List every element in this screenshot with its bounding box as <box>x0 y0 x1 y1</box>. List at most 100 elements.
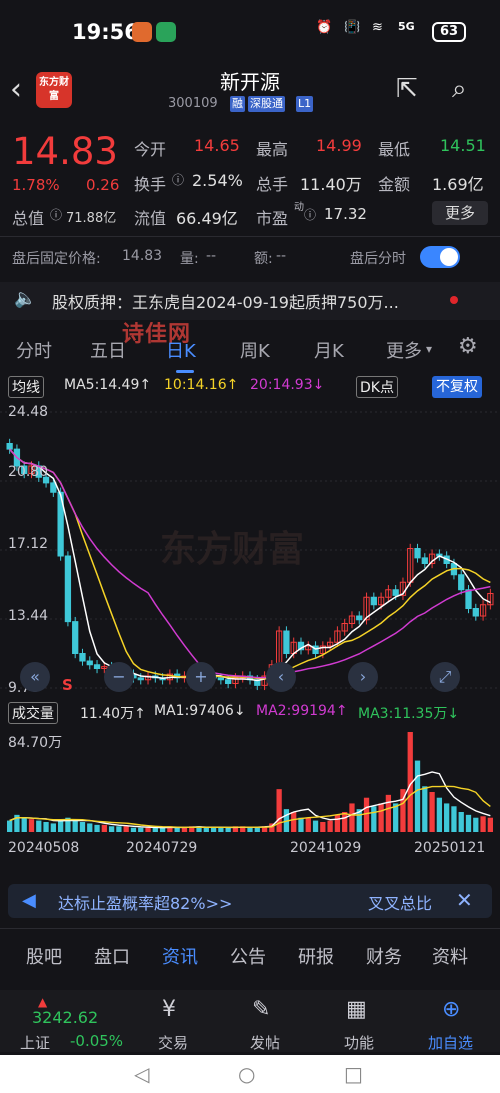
scroll-left-icon[interactable]: « <box>20 662 50 692</box>
chart-watermark: 东方财富 <box>160 529 305 570</box>
candle-body <box>421 557 428 564</box>
turnover-label: 换手 <box>134 175 167 194</box>
tab-more[interactable]: 更多 <box>386 337 422 363</box>
edit-icon[interactable]: ✎ <box>252 997 270 1022</box>
tag-connect: 深股通 <box>248 96 285 112</box>
after-hours-toggle[interactable] <box>420 246 460 268</box>
tab-pankou[interactable]: 盘口 <box>94 943 130 969</box>
volume-bar <box>87 823 93 832</box>
ma-selector[interactable]: 均线 <box>8 376 44 398</box>
scroll-prev-icon[interactable]: ‹ <box>266 662 296 692</box>
tab-five-day[interactable]: 五日 <box>90 337 126 363</box>
volume-bar <box>305 817 311 832</box>
divider <box>0 928 500 929</box>
fullscreen-icon[interactable]: ⤢ <box>430 662 460 692</box>
candle-body <box>217 677 225 681</box>
volume-bar <box>43 822 49 832</box>
mktcap-value: 71.88亿 <box>66 211 117 226</box>
x-tick: 20250121 <box>414 840 486 856</box>
candle-body <box>370 596 377 606</box>
pe-info-icon[interactable]: ⓘ <box>304 206 316 223</box>
tab-guba[interactable]: 股吧 <box>26 943 62 969</box>
volume-selector[interactable]: 成交量 <box>8 702 58 724</box>
promo-cta[interactable]: 叉叉总比 <box>368 890 432 914</box>
info-icon[interactable]: ⓘ <box>172 171 184 188</box>
amount-value: 1.69亿 <box>432 175 484 194</box>
volume-bar <box>465 814 472 832</box>
volume-bar <box>473 817 479 832</box>
no-adjust-button[interactable]: 不复权 <box>432 376 482 398</box>
news-text[interactable]: 股权质押：王东虎自2024-09-19起质押750万... <box>52 289 399 313</box>
float-value: 66.49亿 <box>176 209 238 228</box>
ma5-value: MA5:14.49↑ <box>64 377 152 393</box>
back-nav-icon[interactable]: ◁ <box>134 1062 149 1086</box>
y-tick: 17.12 <box>8 536 49 552</box>
volume-bar <box>378 803 384 832</box>
tab-announcement[interactable]: 公告 <box>230 943 266 969</box>
volume-bar <box>123 826 129 832</box>
after-vol-label: 量: <box>180 251 199 267</box>
volume-bar <box>145 827 151 832</box>
tab-daily-k[interactable]: 日K <box>166 337 196 363</box>
tab-monthly-k[interactable]: 月K <box>314 337 344 363</box>
tab-news[interactable]: 资讯 <box>162 943 198 969</box>
tab-finance[interactable]: 财务 <box>366 943 402 969</box>
volume-bar <box>312 820 319 832</box>
volume-value: 11.40万 <box>300 175 362 194</box>
sell-marker: S <box>62 676 73 694</box>
nav-add-watchlist[interactable]: 加自选 <box>428 1032 473 1053</box>
scroll-next-icon[interactable]: › <box>348 662 378 692</box>
recent-nav-icon[interactable]: □ <box>344 1062 363 1086</box>
volume-max-label: 84.70万 <box>8 735 63 751</box>
tab-research[interactable]: 研报 <box>298 943 334 969</box>
volume-bar <box>94 824 100 832</box>
vol-ma3: MA3:11.35万↓ <box>358 706 460 722</box>
volume-bar <box>451 806 457 832</box>
volume-label: 总手 <box>256 175 289 194</box>
float-label: 流值 <box>134 209 167 228</box>
signal-label: 5G <box>398 20 415 33</box>
nav-trade[interactable]: 交易 <box>158 1032 188 1053</box>
candle-body <box>225 679 232 684</box>
notification-icon <box>132 22 152 42</box>
trade-icon[interactable]: ¥ <box>162 997 176 1022</box>
promo-text[interactable]: 达标止盈概率超82%>> <box>58 890 232 914</box>
tab-profile[interactable]: 资料 <box>432 943 468 969</box>
chevron-down-icon[interactable]: ▾ <box>426 342 432 356</box>
grid-icon[interactable]: ▦ <box>346 997 367 1022</box>
nav-post[interactable]: 发帖 <box>250 1032 280 1053</box>
wifi-icon: ≋ <box>372 20 383 35</box>
index-value[interactable]: 3242.62 <box>32 1008 98 1027</box>
volume-bar <box>181 827 188 832</box>
nav-function[interactable]: 功能 <box>344 1032 374 1053</box>
search-icon[interactable]: ⌕ <box>452 74 467 105</box>
home-nav-icon[interactable]: ○ <box>238 1062 255 1086</box>
gear-icon[interactable]: ⚙ <box>458 334 478 359</box>
volume-bar <box>101 824 107 832</box>
close-icon[interactable]: ✕ <box>456 888 473 912</box>
tab-weekly-k[interactable]: 周K <box>240 337 270 363</box>
mktcap-info-icon[interactable]: ⓘ <box>50 206 62 223</box>
tag-margin: 融 <box>230 96 245 112</box>
tab-timeshare[interactable]: 分时 <box>16 337 52 363</box>
battery-indicator: 63 <box>432 22 466 42</box>
volume-bar <box>444 803 450 832</box>
share-icon[interactable]: ⇱ <box>396 74 418 104</box>
more-button[interactable]: 更多 <box>432 201 488 225</box>
volume-chart[interactable] <box>0 726 500 836</box>
volume-bar <box>174 827 180 832</box>
pe-value: 17.32 <box>324 205 367 223</box>
after-price-value: 14.83 <box>122 248 163 264</box>
volume-bar <box>298 817 304 832</box>
candle-body <box>458 574 465 591</box>
zoom-out-icon[interactable]: − <box>104 662 134 692</box>
candle-body <box>356 615 363 621</box>
x-tick: 20240508 <box>8 840 80 856</box>
dk-point-button[interactable]: DK点 <box>356 376 398 398</box>
home-notification-icon <box>156 22 176 42</box>
zoom-in-icon[interactable]: + <box>186 662 216 692</box>
add-icon[interactable]: ⊕ <box>442 997 460 1022</box>
candle-body <box>137 677 144 681</box>
volume-bar <box>342 812 348 832</box>
candle-body <box>79 653 86 662</box>
